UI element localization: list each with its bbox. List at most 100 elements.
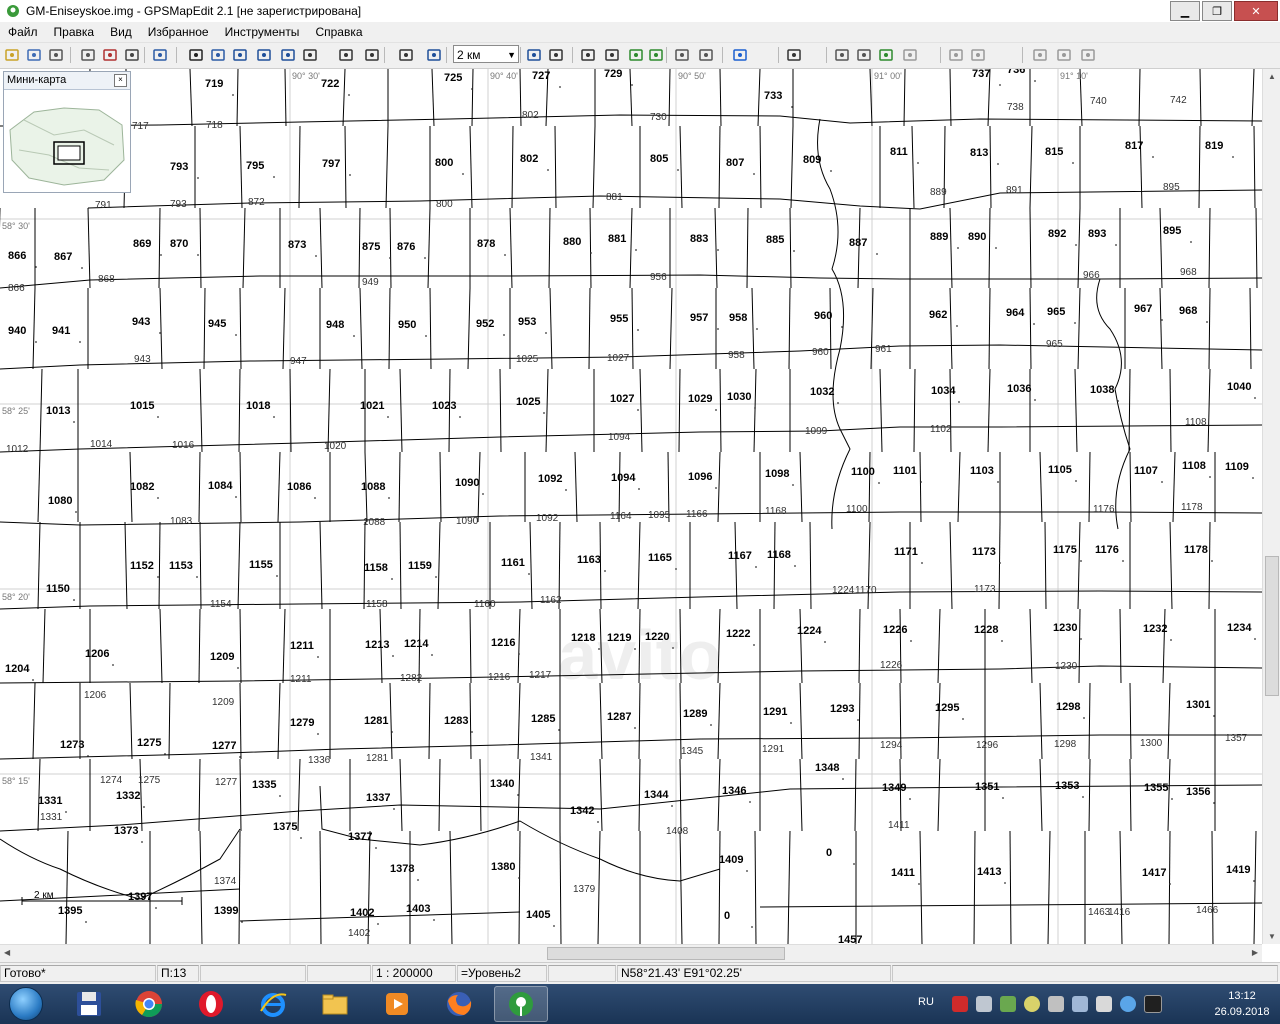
tray-nvidia-icon[interactable] <box>1000 996 1016 1012</box>
undo-icon[interactable] <box>900 45 920 65</box>
block-number-label: 733 <box>764 90 782 102</box>
menu-favorites[interactable]: Избранное <box>140 25 217 39</box>
map-canvas[interactable]: avito 90° 30' 90° 40' 90° 50' 91° 00' 91° 10… <box>0 69 1262 944</box>
select-objects-icon[interactable] <box>208 45 228 65</box>
vertical-scroll-thumb[interactable] <box>1265 556 1279 696</box>
block-center-point <box>377 923 379 925</box>
select-rect-icon[interactable] <box>300 45 320 65</box>
waypoint-icon[interactable] <box>646 45 666 65</box>
route-icon[interactable] <box>100 45 120 65</box>
add-points-icon[interactable] <box>278 45 298 65</box>
minimize-button[interactable]: ▁ <box>1170 1 1200 21</box>
map-icon[interactable] <box>672 45 692 65</box>
minimap-close-icon[interactable]: × <box>114 74 127 87</box>
zoom-out-icon[interactable] <box>524 45 544 65</box>
block-number-label: 1096 <box>688 471 712 483</box>
tray-monitor-icon[interactable] <box>1144 995 1162 1013</box>
block-boundary <box>236 69 239 127</box>
label-ab-icon[interactable] <box>546 45 566 65</box>
maximize-button[interactable]: ❐ <box>1202 1 1232 21</box>
scroll-down-icon[interactable]: ▼ <box>1268 932 1276 941</box>
save-icon[interactable] <box>24 45 44 65</box>
scroll-left-icon[interactable]: ◀ <box>4 948 10 957</box>
tray-pen-icon[interactable] <box>976 996 992 1012</box>
status-bar: Готово* П:13 1 : 200000 =Уровень2 N58°21… <box>0 962 1280 985</box>
move-icon[interactable] <box>362 45 382 65</box>
close-button[interactable]: ✕ <box>1234 1 1278 21</box>
block-center-point <box>1253 880 1255 882</box>
cut-icon[interactable] <box>968 45 988 65</box>
layers-icon[interactable] <box>784 45 804 65</box>
taskbar-save-app[interactable] <box>62 986 116 1022</box>
menu-edit[interactable]: Правка <box>46 25 103 39</box>
taskbar-media[interactable] <box>370 986 424 1022</box>
tray-network-icon[interactable] <box>1072 996 1088 1012</box>
toolbar-separator <box>666 47 667 63</box>
coords-icon[interactable] <box>854 45 874 65</box>
polyline-icon[interactable] <box>254 45 274 65</box>
tray-update-icon[interactable] <box>1024 996 1040 1012</box>
routing-icon[interactable] <box>696 45 716 65</box>
properties-icon[interactable] <box>46 45 66 65</box>
hand-pan-icon[interactable] <box>122 45 142 65</box>
tray-usb-icon[interactable] <box>1048 996 1064 1012</box>
taskbar-opera[interactable] <box>184 986 238 1022</box>
block-boundary <box>469 125 473 209</box>
block-boundary <box>937 758 941 832</box>
block-center-point <box>672 647 674 649</box>
taskbar-gpsmapedit[interactable] <box>494 986 548 1022</box>
redo-icon[interactable] <box>946 45 966 65</box>
block-center-point <box>32 679 34 681</box>
taskbar-ie[interactable] <box>246 986 300 1022</box>
minimap-canvas[interactable] <box>4 90 128 190</box>
boundary-number-label: 1211 <box>290 674 312 685</box>
taskbar-explorer[interactable] <box>308 986 362 1022</box>
block-boundary <box>1169 368 1172 453</box>
print-icon[interactable] <box>78 45 98 65</box>
map-view[interactable]: avito 90° 30' 90° 40' 90° 50' 91° 00' 91° 10… <box>0 69 1262 944</box>
block-boundary <box>599 682 603 760</box>
boundary-number-label: 866 <box>8 283 25 294</box>
delete-icon[interactable] <box>1078 45 1098 65</box>
gps-icon[interactable] <box>876 45 896 65</box>
horizontal-scrollbar[interactable]: ◀ ▶ <box>0 944 1262 962</box>
page-icon[interactable] <box>832 45 852 65</box>
taskbar-firefox[interactable] <box>432 986 486 1022</box>
language-indicator[interactable]: RU <box>918 996 934 1008</box>
tray-bluetooth-icon[interactable] <box>1120 996 1136 1012</box>
zoom-in-icon[interactable] <box>424 45 444 65</box>
label-icon[interactable] <box>396 45 416 65</box>
scale-select[interactable]: 2 км ▼ <box>453 45 519 63</box>
open-icon[interactable] <box>2 45 22 65</box>
block-boundary <box>344 125 347 209</box>
scroll-right-icon[interactable]: ▶ <box>1252 948 1258 957</box>
grid-icon[interactable] <box>602 45 622 65</box>
edit-nodes-icon[interactable] <box>230 45 250 65</box>
start-button[interactable] <box>4 986 48 1022</box>
transform-icon[interactable] <box>336 45 356 65</box>
menu-view[interactable]: Вид <box>102 25 140 39</box>
scroll-up-icon[interactable]: ▲ <box>1268 72 1276 81</box>
horizontal-scroll-thumb[interactable] <box>547 947 785 960</box>
menu-file[interactable]: Файл <box>0 25 46 39</box>
copy-icon[interactable] <box>1030 45 1050 65</box>
block-number-label: 1025 <box>516 396 540 408</box>
boundary-number-label: 1416 <box>1108 907 1131 918</box>
zoom-rect-icon[interactable] <box>150 45 170 65</box>
tray-antivirus-icon[interactable] <box>952 996 968 1012</box>
block-number-label: 889 <box>930 231 948 243</box>
clock[interactable]: 13:12 26.09.2018 <box>1212 988 1272 1020</box>
track-icon[interactable] <box>626 45 646 65</box>
select-arrow-icon[interactable] <box>186 45 206 65</box>
block-boundary <box>1159 207 1163 289</box>
boundary-number-label: 1170 <box>855 585 877 596</box>
measure-icon[interactable] <box>578 45 598 65</box>
google-icon[interactable] <box>730 45 750 65</box>
menu-help[interactable]: Справка <box>307 25 370 39</box>
tray-volume-icon[interactable] <box>1096 996 1112 1012</box>
menu-tools[interactable]: Инструменты <box>217 25 308 39</box>
taskbar-chrome[interactable] <box>122 986 176 1022</box>
paste-icon[interactable] <box>1054 45 1074 65</box>
vertical-scrollbar[interactable]: ▲ ▼ <box>1262 69 1280 944</box>
minimap-panel[interactable]: Мини-карта × <box>3 71 131 193</box>
